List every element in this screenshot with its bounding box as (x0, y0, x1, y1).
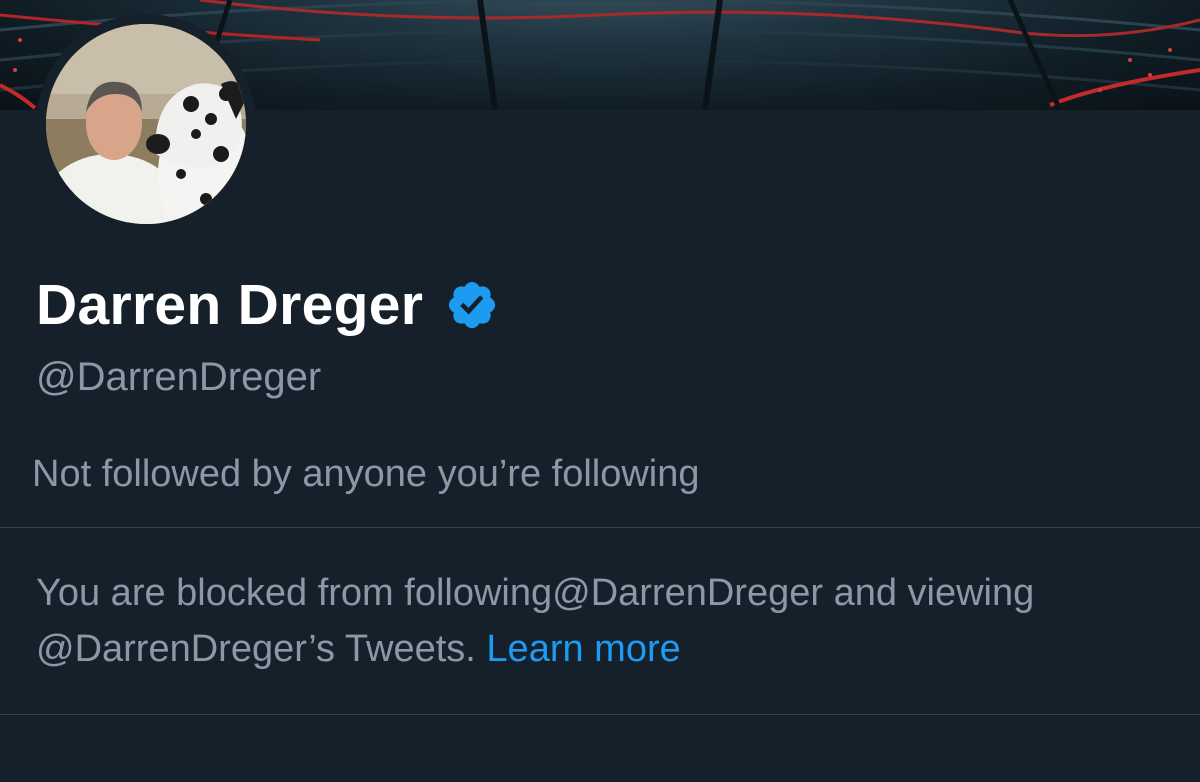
blocked-text: and viewing (823, 572, 1035, 614)
profile-handle: @DarrenDreger (36, 355, 322, 399)
avatar-border (36, 14, 256, 234)
followers-you-know-note[interactable]: Not followed by anyone you’re following (32, 453, 700, 496)
blocked-handle-possessive: @DarrenDreger’s (36, 628, 336, 670)
blocked-handle-link: @DarrenDreger (552, 572, 824, 614)
avatar-image (46, 24, 246, 224)
display-name: Darren Dreger (36, 273, 424, 337)
verified-badge-icon[interactable] (445, 278, 499, 332)
name-row: Darren Dreger (36, 270, 499, 340)
blocked-text: Tweets. (335, 628, 487, 670)
divider (0, 714, 1200, 715)
blocked-text: You are blocked from following (36, 572, 553, 614)
avatar[interactable] (46, 24, 246, 224)
blocked-notice: You are blocked from following@DarrenDre… (36, 565, 1176, 677)
learn-more-link[interactable]: Learn more (486, 628, 680, 670)
divider (0, 527, 1200, 528)
